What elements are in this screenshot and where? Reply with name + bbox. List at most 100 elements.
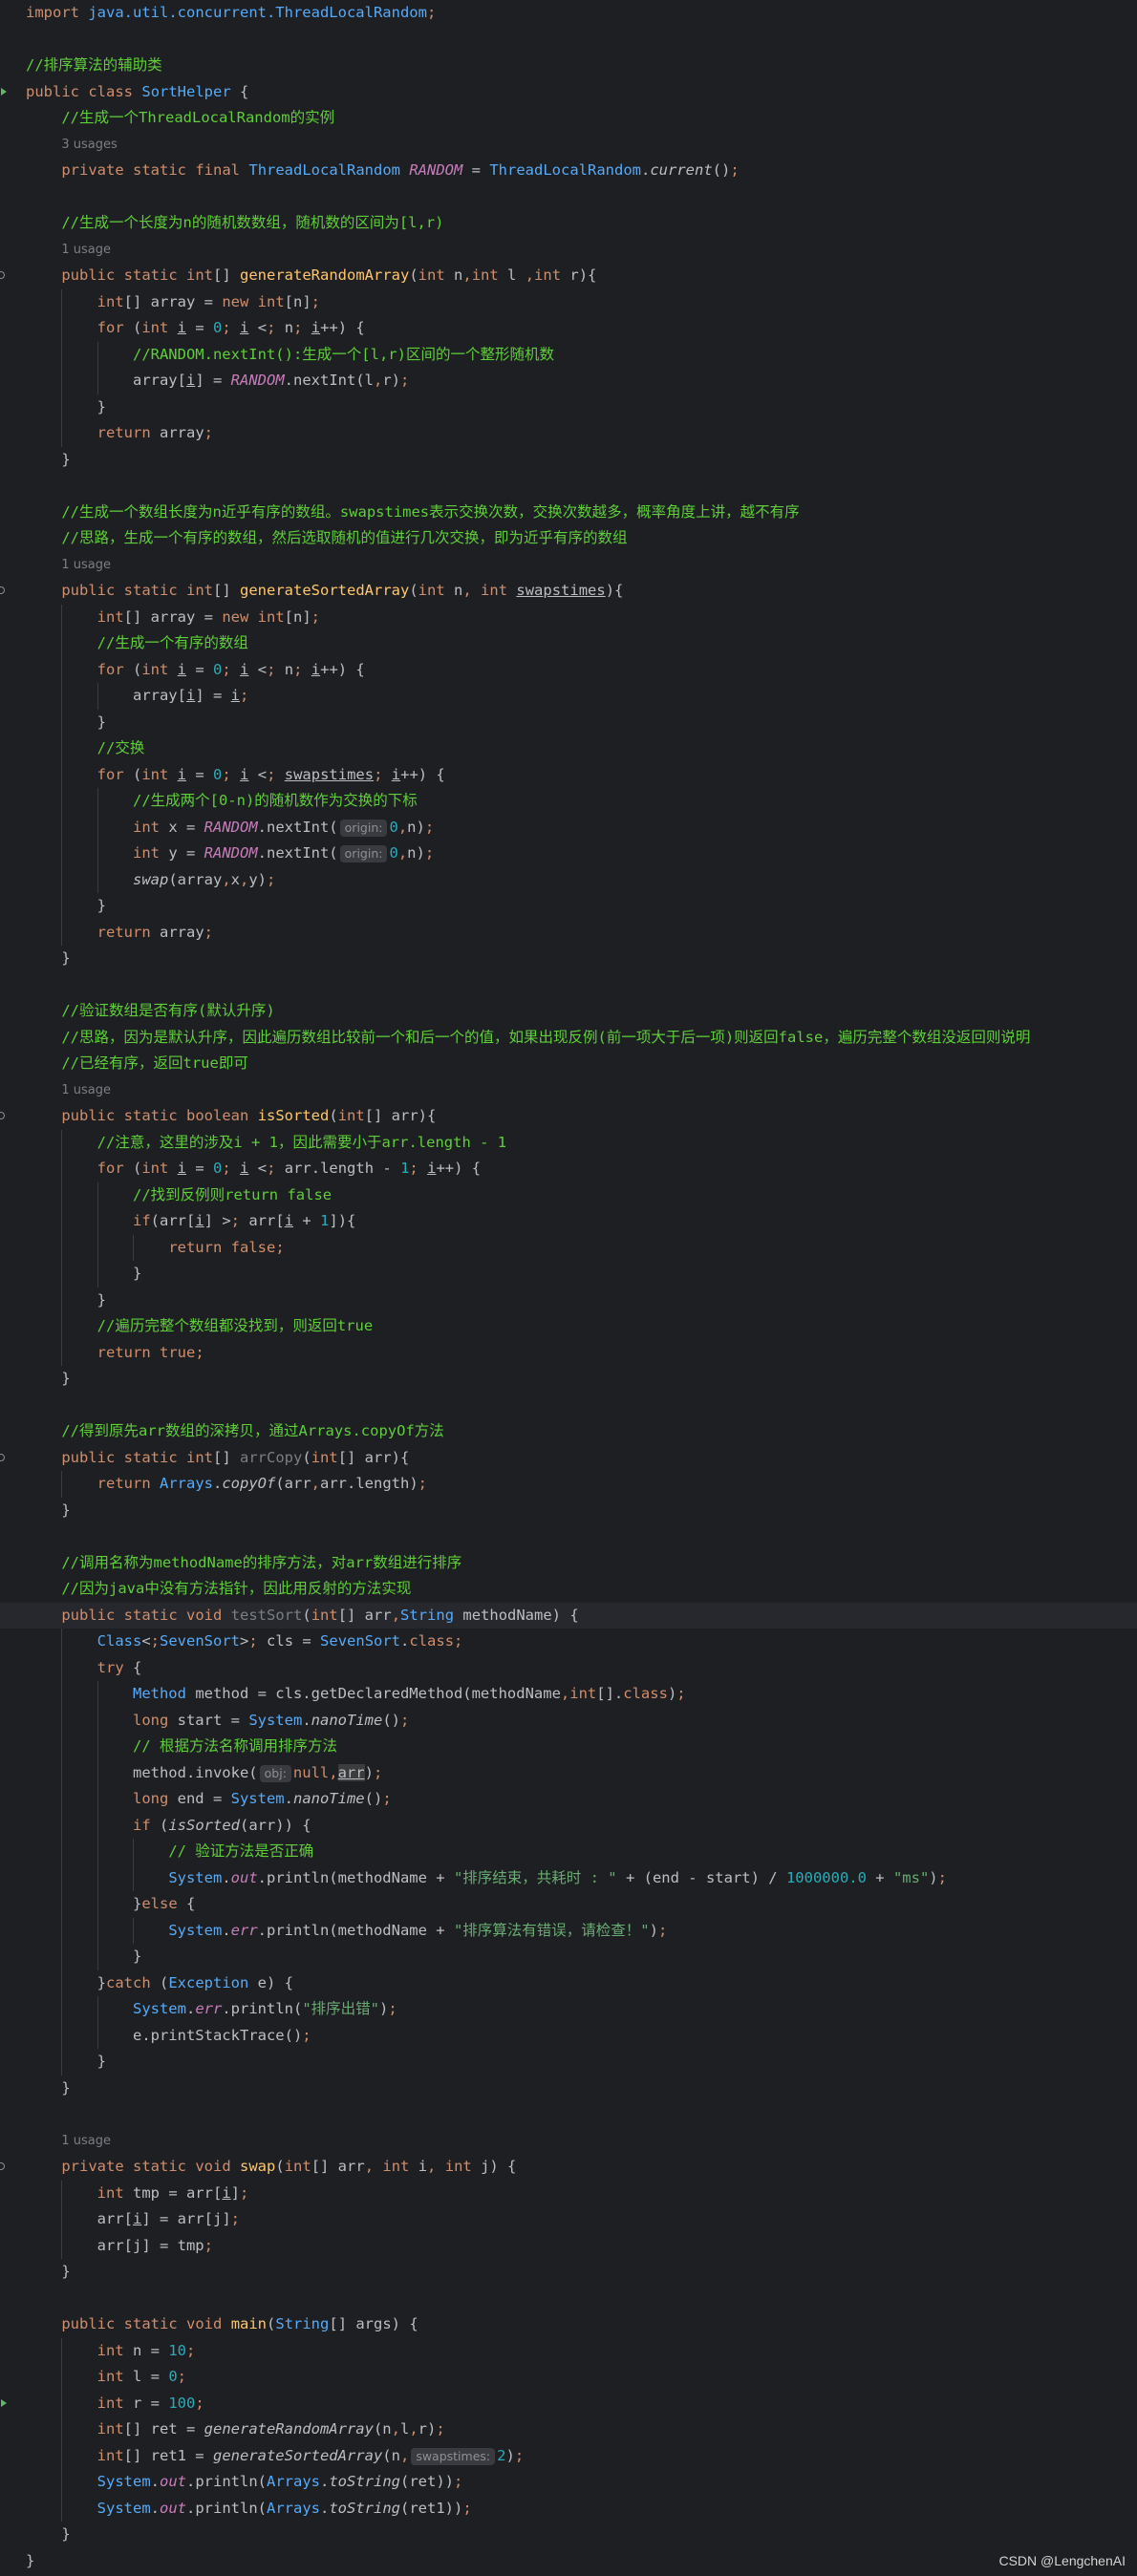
code-line[interactable]: import java.util.concurrent.ThreadLocalR… xyxy=(0,0,1137,27)
code-line[interactable]: //思路，因为是默认升序，因此遍历数组比较前一个和后一个的值，如果出现反例(前一… xyxy=(0,1025,1137,1052)
code-line[interactable]: }else { xyxy=(0,1891,1137,1918)
code-line[interactable]: } xyxy=(0,447,1137,474)
method-gutter-icon[interactable] xyxy=(0,1445,10,1472)
code-line[interactable]: //交换 xyxy=(0,735,1137,762)
code-line[interactable]: //已经有序，返回true即可 xyxy=(0,1051,1137,1077)
code-line[interactable]: } xyxy=(0,394,1137,420)
code-line[interactable] xyxy=(0,2286,1137,2312)
code-line[interactable] xyxy=(0,2101,1137,2128)
code-line[interactable]: int[] ret1 = generateSortedArray(n, swaps… xyxy=(0,2442,1137,2469)
code-line[interactable]: } xyxy=(0,1261,1137,1288)
code-line[interactable]: try { xyxy=(0,1654,1137,1681)
code-line[interactable] xyxy=(0,972,1137,999)
code-line[interactable]: arr[j] = tmp; xyxy=(0,2232,1137,2259)
code-line[interactable]: int[] array = new int[n]; xyxy=(0,288,1137,315)
code-line[interactable]: System.out.println(methodName + "排序结束，共耗… xyxy=(0,1864,1137,1891)
code-line[interactable]: }catch (Exception e) { xyxy=(0,1969,1137,1996)
code-line[interactable]: //生成一个长度为n的随机数数组，随机数的区间为[l,r) xyxy=(0,210,1137,237)
code-line[interactable]: //因为java中没有方法指针，因此用反射的方法实现 xyxy=(0,1576,1137,1603)
code-line[interactable]: } xyxy=(0,893,1137,920)
code-line[interactable]: return false; xyxy=(0,1234,1137,1261)
code-line[interactable]: // 验证方法是否正确 xyxy=(0,1839,1137,1865)
code-line[interactable]: } xyxy=(0,946,1137,972)
code-line[interactable]: } xyxy=(0,709,1137,735)
code-line[interactable]: } xyxy=(0,1944,1137,1970)
usage-hint[interactable]: 1 usage xyxy=(26,552,111,579)
code-line[interactable]: for (int i = 0; i <; n; i++) { xyxy=(0,315,1137,342)
code-line[interactable]: public static int[] arrCopy(int[] arr){ xyxy=(0,1445,1137,1472)
code-line[interactable]: method.invoke(obj: null,arr); xyxy=(0,1759,1137,1786)
method-gutter-icon[interactable] xyxy=(0,2154,10,2181)
run-gutter-icon[interactable] xyxy=(0,2391,10,2417)
code-line[interactable]: } xyxy=(0,2259,1137,2286)
code-line[interactable]: private static void swap(int[] arr, int … xyxy=(0,2154,1137,2181)
code-line[interactable]: for (int i = 0; i <; n; i++) { xyxy=(0,656,1137,683)
code-line[interactable]: } xyxy=(0,2522,1137,2548)
usage-hint[interactable]: 1 usage xyxy=(26,2128,111,2155)
code-line[interactable]: System.err.println("排序出错"); xyxy=(0,1996,1137,2023)
usage-hint[interactable]: 3 usages xyxy=(26,132,117,159)
code-line[interactable]: return Arrays.copyOf(arr,arr.length); xyxy=(0,1471,1137,1498)
code-line[interactable]: //得到原先arr数组的深拷贝，通过Arrays.copyOf方法 xyxy=(0,1418,1137,1445)
usage-hint[interactable]: 1 usage xyxy=(26,237,111,264)
code-editor[interactable]: import java.util.concurrent.ThreadLocalR… xyxy=(0,0,1137,2574)
code-line[interactable]: array[i] = i; xyxy=(0,683,1137,710)
code-line[interactable] xyxy=(0,473,1137,500)
code-line[interactable]: System.err.println(methodName + "排序算法有错误… xyxy=(0,1917,1137,1944)
code-line[interactable]: } xyxy=(0,1366,1137,1393)
code-line[interactable]: 3 usages xyxy=(0,132,1137,159)
code-line[interactable] xyxy=(0,1523,1137,1550)
code-line[interactable]: Class<;SevenSort>; cls = SevenSort.class… xyxy=(0,1629,1137,1655)
code-line[interactable]: public class SortHelper { xyxy=(0,79,1137,106)
code-line[interactable]: for (int i = 0; i <; arr.length - 1; i++… xyxy=(0,1156,1137,1182)
code-line[interactable]: e.printStackTrace(); xyxy=(0,2022,1137,2049)
code-line[interactable]: if(arr[i] >; arr[i + 1]){ xyxy=(0,1208,1137,1235)
code-line[interactable]: array[i] = RANDOM.nextInt(l,r); xyxy=(0,368,1137,394)
method-gutter-icon[interactable] xyxy=(0,263,10,289)
code-line[interactable]: //遍历完整个数组都没找到，则返回true xyxy=(0,1313,1137,1340)
run-gutter-icon[interactable] xyxy=(0,79,10,106)
code-line[interactable]: System.out.println(Arrays.toString(ret))… xyxy=(0,2469,1137,2496)
code-line[interactable]: 1 usage xyxy=(0,552,1137,579)
code-line[interactable]: public static boolean isSorted(int[] arr… xyxy=(0,1103,1137,1130)
code-line[interactable]: int n = 10; xyxy=(0,2337,1137,2364)
code-line[interactable]: //找到反例则return false xyxy=(0,1182,1137,1208)
code-line[interactable]: //生成一个有序的数组 xyxy=(0,630,1137,657)
code-line[interactable]: 1 usage xyxy=(0,2128,1137,2155)
code-line[interactable]: } xyxy=(0,2049,1137,2076)
code-line[interactable]: int x = RANDOM.nextInt(origin: 0,n); xyxy=(0,814,1137,841)
code-line[interactable]: //排序算法的辅助类 xyxy=(0,53,1137,79)
code-line[interactable]: public static void testSort(int[] arr,St… xyxy=(0,1602,1137,1629)
code-line[interactable] xyxy=(0,1393,1137,1419)
method-gutter-icon[interactable] xyxy=(0,1103,10,1130)
code-line[interactable] xyxy=(0,27,1137,53)
code-line[interactable]: swap(array,x,y); xyxy=(0,866,1137,893)
code-line[interactable]: } xyxy=(0,1498,1137,1524)
code-line[interactable]: public static void main(String[] args) { xyxy=(0,2311,1137,2338)
code-line[interactable]: public static int[] generateRandomArray(… xyxy=(0,263,1137,289)
code-line[interactable]: public static int[] generateSortedArray(… xyxy=(0,578,1137,605)
code-line[interactable]: //RANDOM.nextInt():生成一个[l,r)区间的一个整形随机数 xyxy=(0,341,1137,368)
code-line[interactable]: int l = 0; xyxy=(0,2364,1137,2391)
code-line[interactable]: arr[i] = arr[j]; xyxy=(0,2206,1137,2233)
code-line[interactable]: for (int i = 0; i <; swapstimes; i++) { xyxy=(0,761,1137,788)
code-line[interactable]: private static final ThreadLocalRandom R… xyxy=(0,158,1137,184)
code-line[interactable]: //生成一个ThreadLocalRandom的实例 xyxy=(0,105,1137,132)
method-gutter-icon[interactable] xyxy=(0,578,10,605)
code-line[interactable]: long start = System.nanoTime(); xyxy=(0,1707,1137,1734)
code-line[interactable]: int[] ret = generateRandomArray(n,l,r); xyxy=(0,2416,1137,2443)
code-line[interactable]: if (isSorted(arr)) { xyxy=(0,1812,1137,1839)
code-line[interactable]: } xyxy=(0,1287,1137,1313)
code-line[interactable]: int[] array = new int[n]; xyxy=(0,604,1137,630)
code-line[interactable]: //生成一个数组长度为n近乎有序的数组。swapstimes表示交换次数，交换次… xyxy=(0,500,1137,526)
code-line[interactable]: int tmp = arr[i]; xyxy=(0,2180,1137,2206)
code-line[interactable]: //调用名称为methodName的排序方法，对arr数组进行排序 xyxy=(0,1550,1137,1577)
code-line[interactable]: int r = 100; xyxy=(0,2390,1137,2417)
code-line[interactable]: 1 usage xyxy=(0,237,1137,264)
usage-hint[interactable]: 1 usage xyxy=(26,1077,111,1104)
code-line[interactable]: return array; xyxy=(0,919,1137,946)
code-line[interactable]: long end = System.nanoTime(); xyxy=(0,1786,1137,1813)
code-line[interactable]: 1 usage xyxy=(0,1077,1137,1104)
code-line[interactable]: return true; xyxy=(0,1339,1137,1366)
code-line[interactable]: // 根据方法名称调用排序方法 xyxy=(0,1734,1137,1760)
